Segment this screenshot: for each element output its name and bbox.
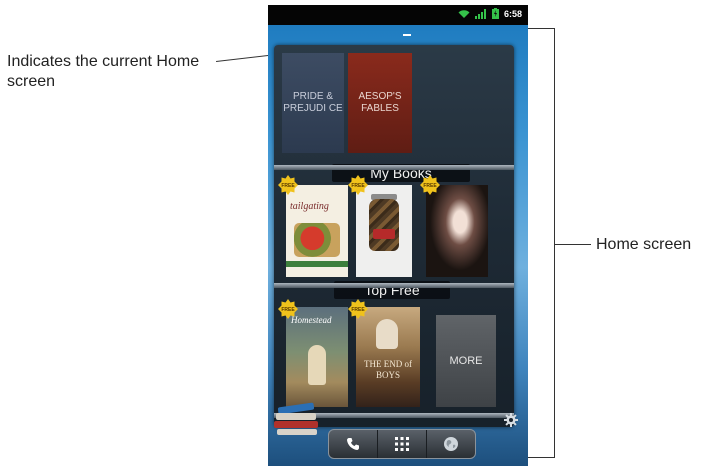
battery-icon xyxy=(491,8,499,19)
cover-jar-image xyxy=(369,199,399,251)
wifi-icon xyxy=(458,9,470,18)
cover-title: tailgating xyxy=(290,201,329,212)
current-home-indicator xyxy=(403,34,411,36)
free-badge-icon: FREE xyxy=(348,175,368,195)
free-badge-icon: FREE xyxy=(420,175,440,195)
book-jar-cover[interactable] xyxy=(356,185,412,277)
phone-icon xyxy=(347,438,359,450)
status-bar: 6:58 xyxy=(268,5,528,25)
books-widget[interactable]: PRIDE & PREJUDI CE AESOP'S FABLES My Boo… xyxy=(274,45,518,435)
free-badge-icon: FREE xyxy=(278,299,298,319)
status-time: 6:58 xyxy=(503,8,522,19)
book-title: PRIDE & PREJUDI CE xyxy=(283,91,343,114)
current-home-indicator-callout: Indicates the current Home screen xyxy=(7,53,200,90)
book-stack-icon[interactable] xyxy=(274,402,320,437)
cover-food-image xyxy=(294,223,340,257)
book-title: AESOP'S FABLES xyxy=(358,91,402,114)
free-badge-icon: FREE xyxy=(278,175,298,195)
book-pride-and-prejudice[interactable]: PRIDE & PREJUDI CE xyxy=(282,53,344,153)
app-grid-icon xyxy=(395,437,409,451)
dock-browser-button[interactable] xyxy=(427,430,475,458)
signal-icon xyxy=(474,8,486,19)
more-books-button[interactable]: MORE xyxy=(436,315,496,407)
home-screen[interactable]: PRIDE & PREJUDI CE AESOP'S FABLES My Boo… xyxy=(268,25,528,466)
svg-text:FREE: FREE xyxy=(423,183,437,189)
shelf-divider xyxy=(274,283,514,288)
book-portrait-cover[interactable] xyxy=(426,185,488,277)
book-aesops-fables[interactable]: AESOP'S FABLES xyxy=(348,53,412,153)
cover-title: THE END of BOYS xyxy=(364,359,412,380)
dock-phone-button[interactable] xyxy=(329,430,378,458)
home-screen-bracket xyxy=(528,28,555,458)
svg-text:FREE: FREE xyxy=(351,307,365,313)
svg-text:FREE: FREE xyxy=(281,307,295,313)
book-homestead-cover[interactable]: Homestead xyxy=(286,307,348,407)
more-label: MORE xyxy=(449,355,483,367)
home-screen-callout: Home screen xyxy=(596,236,692,253)
free-badge-icon: FREE xyxy=(348,299,368,319)
app-dock xyxy=(328,429,476,459)
shelf-divider xyxy=(274,165,514,170)
book-tailgating-cover[interactable]: tailgating xyxy=(286,185,348,277)
dock-apps-button[interactable] xyxy=(378,430,427,458)
svg-text:FREE: FREE xyxy=(281,183,295,189)
browser-globe-icon xyxy=(444,437,458,451)
svg-text:FREE: FREE xyxy=(351,183,365,189)
gear-icon[interactable] xyxy=(504,413,518,427)
bracket-leader-line xyxy=(555,244,591,245)
phone-screenshot: 6:58 PRIDE & PREJUDI CE AESOP'S FABLES M… xyxy=(268,5,528,466)
book-end-of-boys-cover[interactable]: THE END of BOYS xyxy=(356,307,420,407)
